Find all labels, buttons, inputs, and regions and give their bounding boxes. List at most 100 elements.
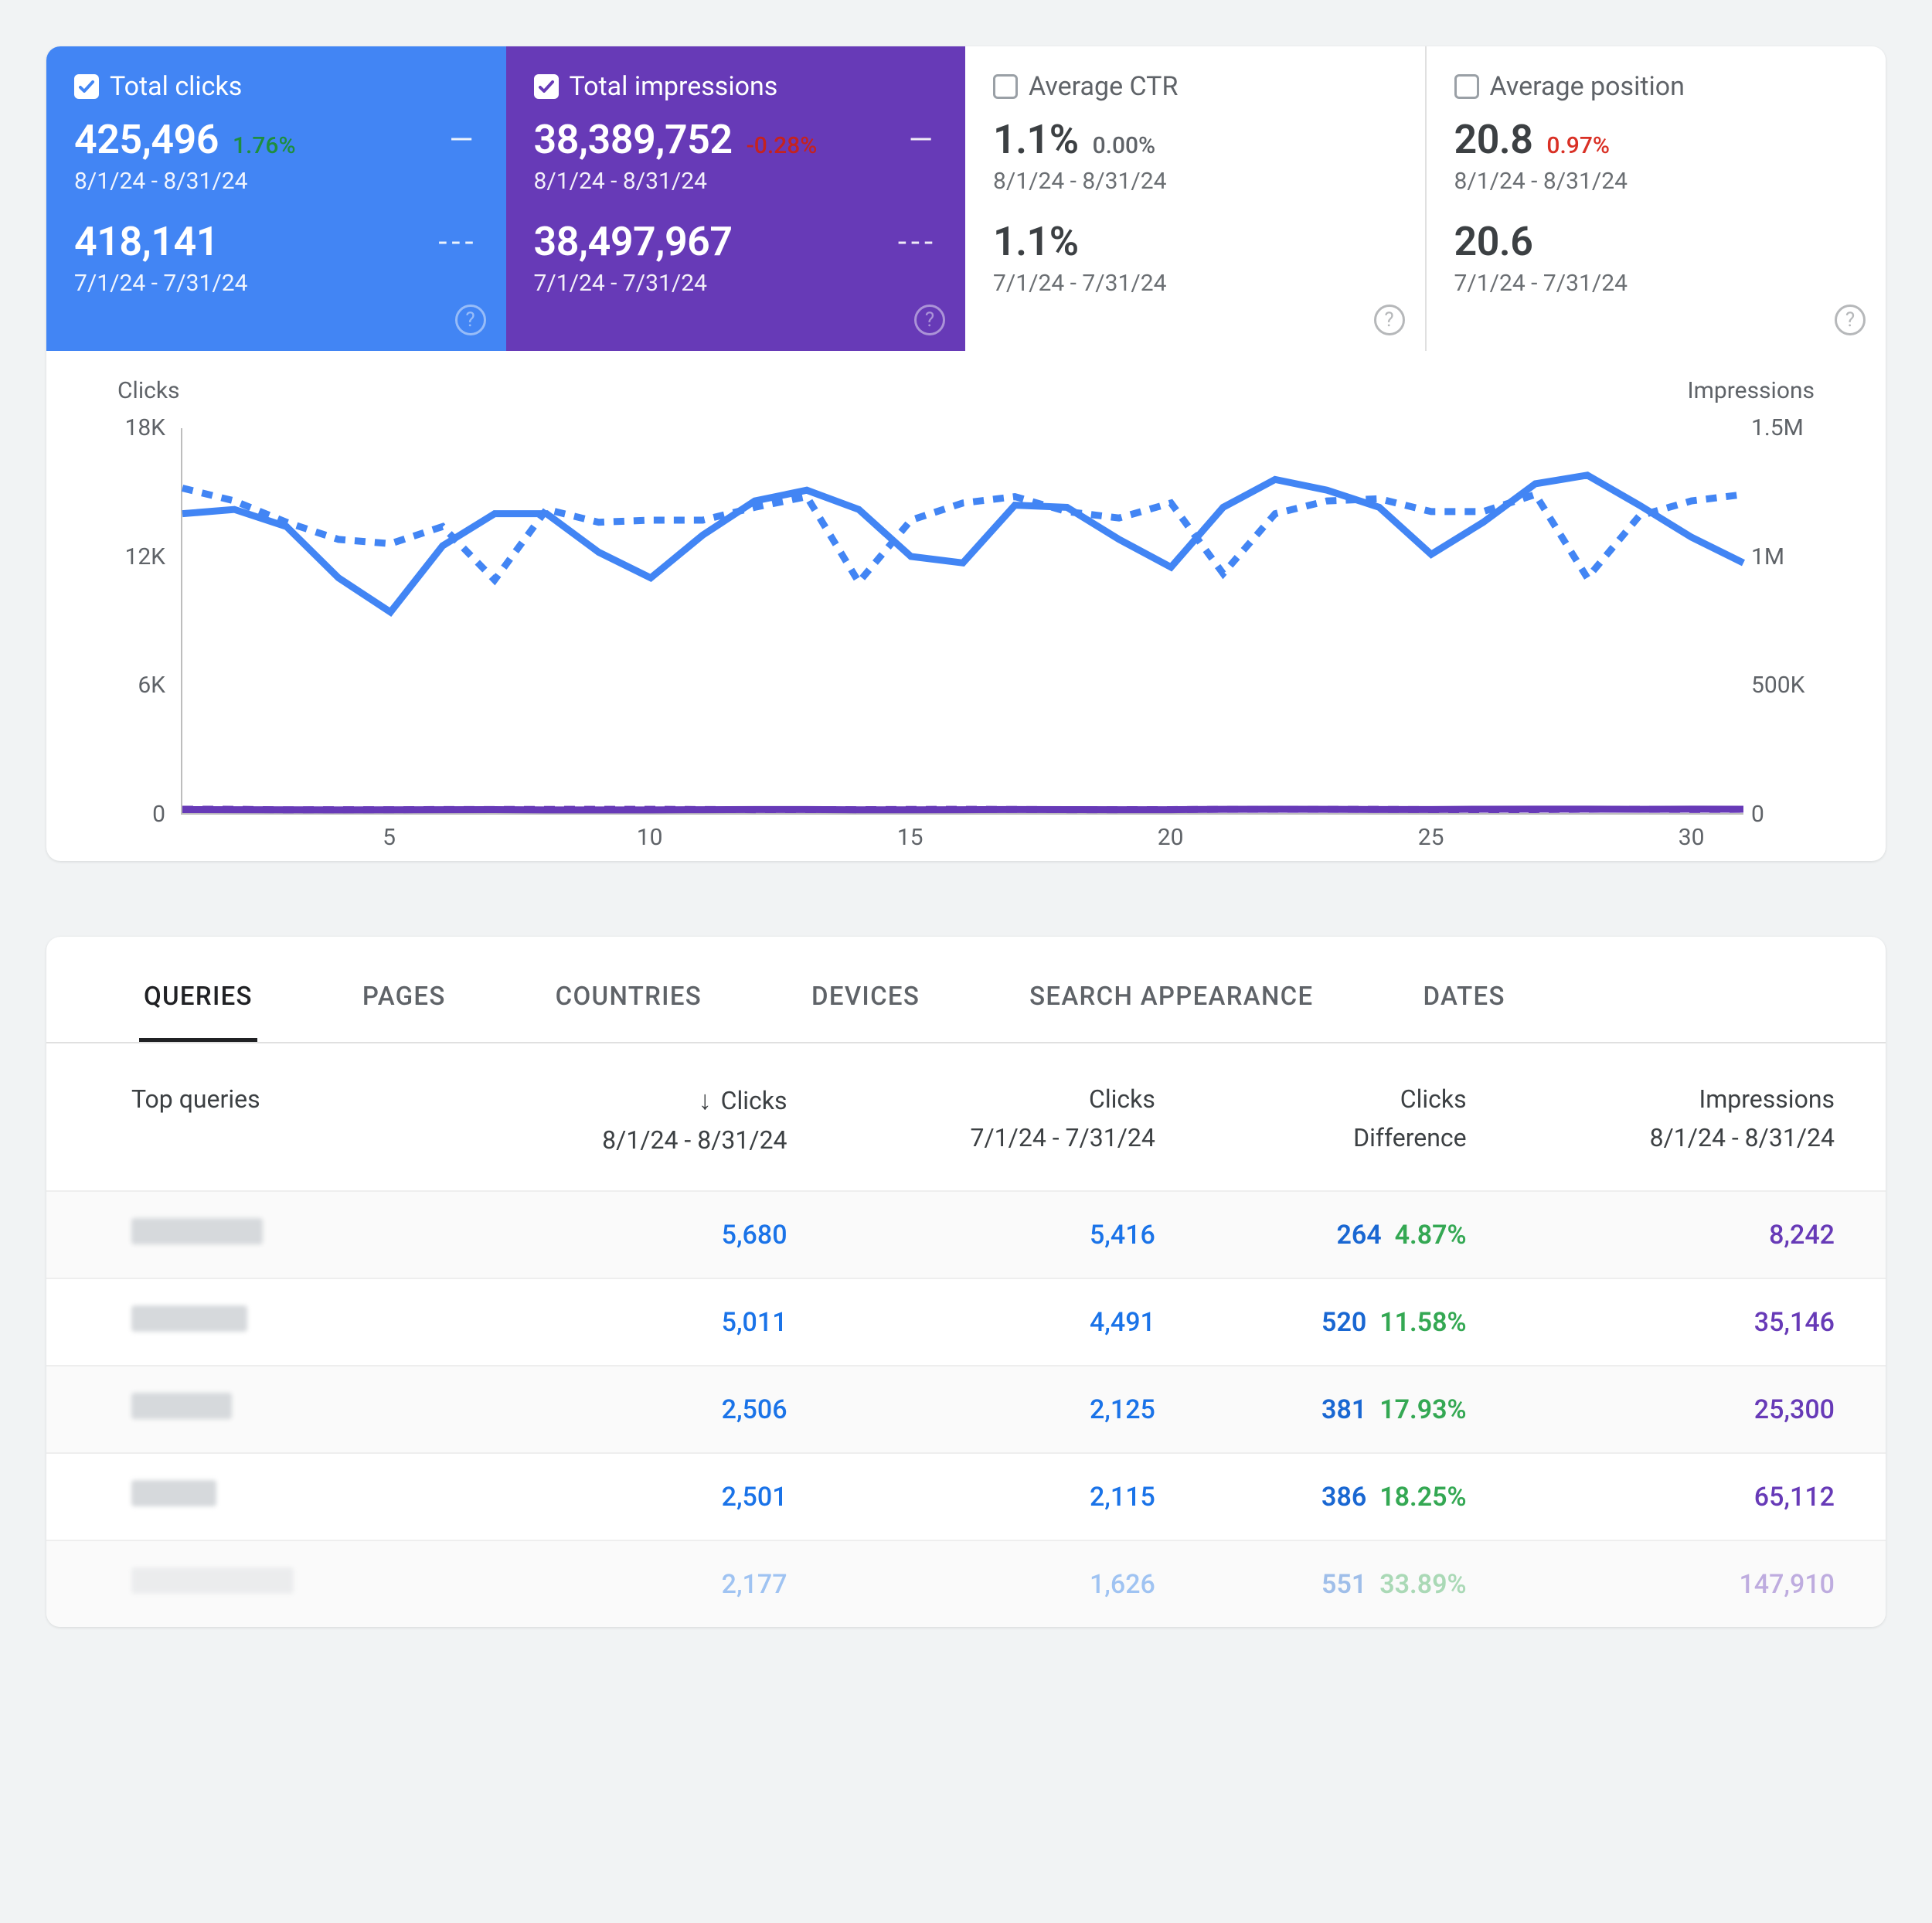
checkbox-icon[interactable] [534,74,559,99]
metric-label: Total impressions [570,71,778,102]
y-left-tick: 18K [80,414,165,441]
cell-clicks-current: 2,506 [470,1366,838,1453]
metric-dates-current: 8/1/24 - 8/31/24 [74,168,478,195]
metric-value-current: 425,496 [74,116,219,163]
cell-clicks-compare: 2,125 [838,1366,1206,1453]
cell-impressions: 65,112 [1518,1453,1886,1540]
table-row[interactable]: 2,501 2,115 386 18.25% 65,112 [46,1453,1886,1540]
metric-dates-current: 8/1/24 - 8/31/24 [534,168,938,195]
y-left-tick: 0 [80,801,165,828]
y-left-tick: 6K [80,672,165,699]
col-clicks-diff[interactable]: ClicksDifference [1206,1043,1518,1191]
help-icon[interactable]: ? [1374,305,1405,335]
tab-devices[interactable]: DEVICES [807,968,924,1042]
tab-bar: QUERIES PAGES COUNTRIES DEVICES SEARCH APPEA… [46,937,1886,1043]
table-row[interactable]: 5,680 5,416 264 4.87% 8,242 [46,1191,1886,1278]
help-icon[interactable]: ? [455,305,486,335]
metric-ctr[interactable]: Average CTR 1.1% 0.00% 8/1/24 - 8/31/24 … [965,46,1427,351]
cell-clicks-current: 5,011 [470,1278,838,1366]
cell-clicks-diff: 381 17.93% [1206,1366,1518,1453]
y-axis-right-title: Impressions [1687,377,1815,404]
metric-pos[interactable]: Average position 20.8 0.97% 8/1/24 - 8/3… [1427,46,1886,351]
metric-dates-current: 8/1/24 - 8/31/24 [1454,168,1859,195]
cell-clicks-current: 5,680 [470,1191,838,1278]
x-tick: 10 [637,824,663,851]
legend-swatch-solid: — [909,121,937,158]
tab-countries[interactable]: COUNTRIES [551,968,706,1042]
query-text-redacted [131,1567,294,1594]
metric-value-compare: 20.6 [1454,218,1533,265]
y-right-tick: 0 [1751,801,1852,828]
metric-value-compare: 38,497,967 [534,218,733,265]
checkbox-icon[interactable] [1454,74,1479,99]
help-icon[interactable]: ? [914,305,945,335]
col-impressions[interactable]: Impressions8/1/24 - 8/31/24 [1518,1043,1886,1191]
metric-dates-compare: 7/1/24 - 7/31/24 [534,270,938,297]
queries-table: Top queries ↓Clicks8/1/24 - 8/31/24 Clic… [46,1043,1886,1627]
metric-delta: 0.97% [1546,132,1610,159]
performance-card: Total clicks 425,496 1.76% — 8/1/24 - 8/… [46,46,1886,861]
metric-value-current: 1.1% [993,116,1079,163]
metric-delta: 0.00% [1093,132,1156,159]
tab-queries[interactable]: QUERIES [139,968,257,1042]
metric-value-compare: 418,141 [74,218,219,265]
cell-clicks-current: 2,177 [470,1540,838,1627]
x-tick: 20 [1158,824,1184,851]
cell-clicks-compare: 5,416 [838,1191,1206,1278]
chart-series [182,475,1743,612]
col-query[interactable]: Top queries [46,1043,470,1191]
help-icon[interactable]: ? [1835,305,1866,335]
legend-swatch-dashed: --- [898,223,937,260]
cell-clicks-current: 2,501 [470,1453,838,1540]
col-clicks-compare[interactable]: Clicks7/1/24 - 7/31/24 [838,1043,1206,1191]
y-left-tick: 12K [80,543,165,570]
metric-label: Average position [1490,71,1685,102]
metric-card-row: Total clicks 425,496 1.76% — 8/1/24 - 8/… [46,46,1886,351]
cell-clicks-diff: 386 18.25% [1206,1453,1518,1540]
tab-search appearance[interactable]: SEARCH APPEARANCE [1025,968,1318,1042]
y-axis-left-title: Clicks [117,377,180,404]
query-text-redacted [131,1480,216,1506]
metric-dates-compare: 7/1/24 - 7/31/24 [1454,270,1859,297]
dimensions-card: QUERIES PAGES COUNTRIES DEVICES SEARCH APPEA… [46,937,1886,1627]
tab-pages[interactable]: PAGES [358,968,451,1042]
x-tick: 15 [897,824,923,851]
metric-impr[interactable]: Total impressions 38,389,752 -0.28% — 8/… [506,46,966,351]
cell-clicks-compare: 1,626 [838,1540,1206,1627]
col-clicks-current[interactable]: ↓Clicks8/1/24 - 8/31/24 [470,1043,838,1191]
metric-label: Total clicks [110,71,242,102]
table-row[interactable]: 5,011 4,491 520 11.58% 35,146 [46,1278,1886,1366]
legend-swatch-solid: — [449,121,478,158]
cell-impressions: 147,910 [1518,1540,1886,1627]
query-text-redacted [131,1393,232,1419]
cell-clicks-diff: 264 4.87% [1206,1191,1518,1278]
table-row[interactable]: 2,177 1,626 551 33.89% 147,910 [46,1540,1886,1627]
metric-value-current: 38,389,752 [534,116,733,163]
y-right-tick: 1M [1751,543,1852,570]
checkbox-icon[interactable] [74,74,99,99]
x-tick: 30 [1679,824,1705,851]
metric-dates-compare: 7/1/24 - 7/31/24 [74,270,478,297]
metric-delta: 1.76% [233,132,296,159]
checkbox-icon[interactable] [993,74,1018,99]
cell-clicks-diff: 520 11.58% [1206,1278,1518,1366]
metric-value-compare: 1.1% [993,218,1079,265]
x-tick: 25 [1418,824,1444,851]
tab-dates[interactable]: DATES [1418,968,1509,1042]
metric-clicks[interactable]: Total clicks 425,496 1.76% — 8/1/24 - 8/… [46,46,506,351]
y-right-tick: 500K [1751,672,1852,699]
query-text-redacted [131,1218,263,1244]
chart-plot[interactable]: 51015202530 18K12K6K01.5M1M500K0 [80,428,1852,815]
metric-value-current: 20.8 [1454,116,1533,163]
cell-clicks-compare: 2,115 [838,1453,1206,1540]
cell-impressions: 25,300 [1518,1366,1886,1453]
table-row[interactable]: 2,506 2,125 381 17.93% 25,300 [46,1366,1886,1453]
cell-impressions: 8,242 [1518,1191,1886,1278]
metric-label: Average CTR [1029,71,1178,102]
cell-clicks-diff: 551 33.89% [1206,1540,1518,1627]
chart-series [182,488,1743,582]
chart-area: Clicks Impressions 51015202530 18K12K6K0… [46,351,1886,861]
metric-dates-compare: 7/1/24 - 7/31/24 [993,270,1397,297]
cell-clicks-compare: 4,491 [838,1278,1206,1366]
y-right-tick: 1.5M [1751,414,1852,441]
